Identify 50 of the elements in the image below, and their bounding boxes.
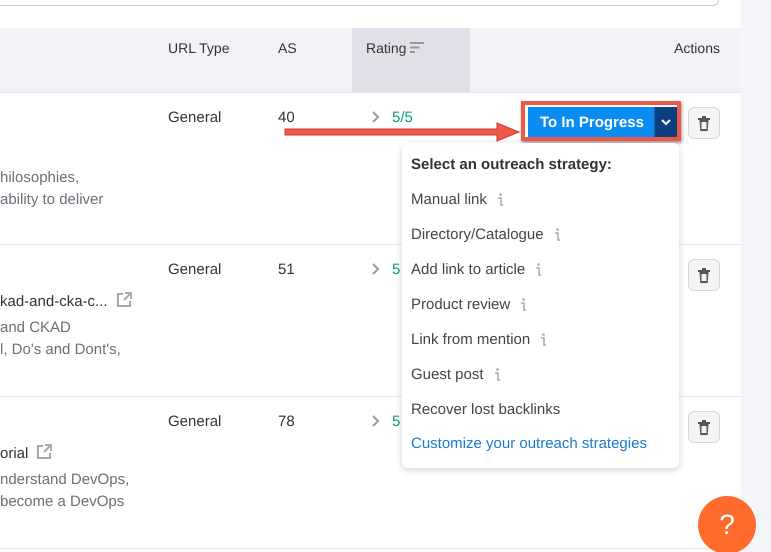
trash-icon[interactable]: [698, 268, 710, 282]
url-type: General: [168, 413, 222, 430]
menu-item[interactable]: Guest post: [411, 366, 484, 383]
external-link-icon[interactable]: [116, 292, 132, 308]
authority-score: 78: [278, 413, 295, 430]
column-header[interactable]: Actions: [674, 40, 720, 56]
delete-button[interactable]: [688, 411, 720, 443]
info-icon[interactable]: [520, 298, 526, 312]
url-type: General: [168, 109, 222, 126]
delete-button[interactable]: [688, 259, 720, 291]
page-description: l, Do's and Dont's,: [0, 340, 122, 360]
customize-link[interactable]: Customize your outreach strategies: [411, 434, 670, 454]
column-header[interactable]: Rating: [366, 40, 406, 56]
menu-item[interactable]: Add link to article: [411, 261, 526, 278]
menu-item[interactable]: Directory/Catalogue: [411, 226, 544, 243]
link-url[interactable]: orial: [0, 445, 28, 462]
column-header[interactable]: URL Type: [168, 40, 230, 56]
menu-heading: Select an outreach strategy:: [411, 155, 613, 175]
menu-item[interactable]: Link from mention: [411, 331, 530, 348]
menu-item[interactable]: Recover lost backlinks: [411, 401, 560, 418]
chevron-icon[interactable]: [372, 263, 380, 275]
menu-item[interactable]: Manual link: [411, 191, 487, 208]
page-description: nderstand DevOps,: [0, 470, 130, 490]
page-description: become a DevOps: [0, 492, 126, 512]
link-url[interactable]: kad-and-cka-c...: [0, 293, 108, 310]
menu-item[interactable]: Product review: [411, 296, 510, 313]
chevron-down-icon[interactable]: [660, 118, 671, 126]
info-icon[interactable]: [535, 262, 542, 276]
authority-score: 51: [278, 261, 295, 278]
dropdown-button[interactable]: [654, 107, 677, 137]
chevron-icon[interactable]: [372, 415, 380, 427]
info-icon[interactable]: [540, 332, 546, 346]
column-header[interactable]: AS: [278, 40, 297, 56]
rating-value: 5: [392, 261, 400, 280]
info-icon[interactable]: [494, 368, 500, 382]
page-description: and CKAD: [0, 318, 72, 338]
page-description: hilosophies,: [0, 168, 80, 188]
trash-icon[interactable]: [698, 116, 710, 130]
rating-value: 5: [392, 413, 400, 432]
chevron-icon[interactable]: [372, 111, 380, 123]
authority-score: 40: [278, 109, 295, 126]
external-link-icon[interactable]: [36, 444, 52, 460]
info-icon[interactable]: [554, 228, 560, 242]
trash-icon[interactable]: [698, 420, 710, 434]
sort-icon[interactable]: [410, 42, 424, 53]
info-icon[interactable]: [496, 192, 503, 206]
url-type: General: [168, 261, 222, 278]
delete-button[interactable]: [688, 107, 720, 139]
rating-value: 5/5: [392, 109, 413, 128]
page-description: ability to deliver: [0, 190, 104, 210]
